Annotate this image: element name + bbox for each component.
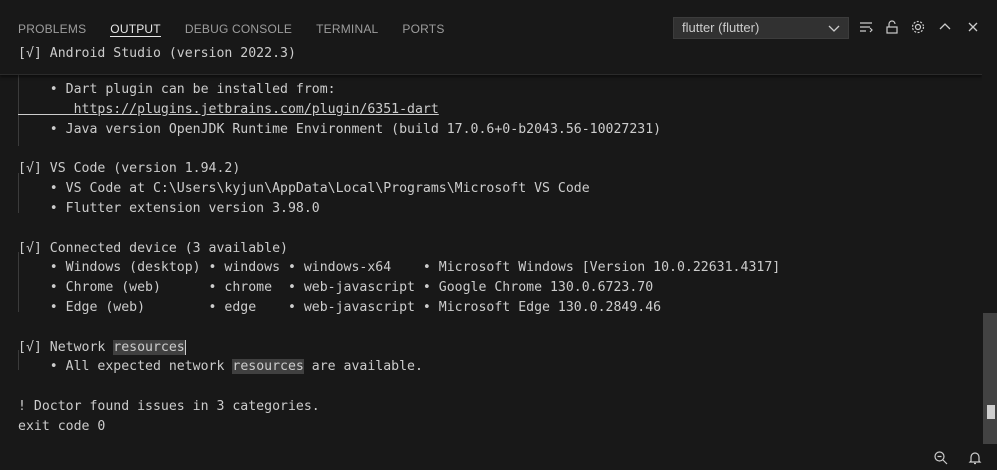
line-segment: are available. [303, 359, 423, 374]
output-line: [√] VS Code (version 1.94.2) [18, 161, 241, 176]
settings-gear-icon[interactable] [907, 16, 929, 38]
tab-debug-console[interactable]: DEBUG CONSOLE [173, 0, 304, 44]
sticky-scroll-header[interactable]: [√] Android Studio (version 2022.3) [0, 44, 982, 75]
output-line: • Edge (web) • edge • web-javascript • M… [18, 300, 662, 315]
selected-text: resources [113, 340, 186, 355]
scrollbar-thumb[interactable] [983, 313, 997, 444]
output-line: [√] Connected device (3 available) [18, 241, 288, 256]
output-view[interactable]: • Dart plugin can be installed from: htt… [0, 44, 982, 444]
sticky-line: [√] Android Studio (version 2022.3) [18, 46, 296, 61]
scrollbar-marker [987, 405, 995, 419]
output-line: • Dart plugin can be installed from: [18, 82, 336, 97]
match-highlight: resources [232, 359, 304, 374]
tab-output[interactable]: OUTPUT [98, 0, 173, 44]
tab-terminal[interactable]: TERMINAL [304, 0, 390, 44]
close-panel-icon[interactable] [962, 16, 984, 38]
output-line: • Windows (desktop) • windows • windows-… [18, 260, 781, 275]
output-line: • VS Code at C:\Users\kyjun\AppData\Loca… [18, 181, 590, 196]
bell-icon[interactable] [963, 448, 987, 468]
maximize-panel-icon[interactable] [934, 16, 956, 38]
dart-plugin-link[interactable]: https://plugins.jetbrains.com/plugin/635… [18, 100, 439, 120]
word-wrap-icon[interactable] [855, 16, 877, 38]
output-channel-value: flutter (flutter) [682, 20, 760, 35]
status-area [0, 444, 997, 470]
output-line: • Java version OpenJDK Runtime Environme… [18, 122, 662, 137]
tab-problems[interactable]: PROBLEMS [0, 0, 98, 44]
output-line: exit code 0 [18, 419, 106, 434]
line-segment: • All expected network [18, 359, 233, 374]
output-line: • Chrome (web) • chrome • web-javascript… [18, 280, 654, 295]
output-line: • All expected network resources are ava… [18, 357, 423, 377]
chevron-down-icon [828, 18, 840, 41]
output-line: • Flutter extension version 3.98.0 [18, 201, 320, 216]
output-line: ! Doctor found issues in 3 categories. [18, 399, 320, 414]
tab-ports[interactable]: PORTS [390, 0, 456, 44]
output-channel-select[interactable]: flutter (flutter) [673, 17, 849, 39]
zoom-icon[interactable] [929, 448, 953, 468]
line-segment: [√] Network [18, 340, 114, 355]
output-line: [√] Network resources [18, 338, 186, 358]
lock-scroll-icon[interactable] [881, 16, 903, 38]
